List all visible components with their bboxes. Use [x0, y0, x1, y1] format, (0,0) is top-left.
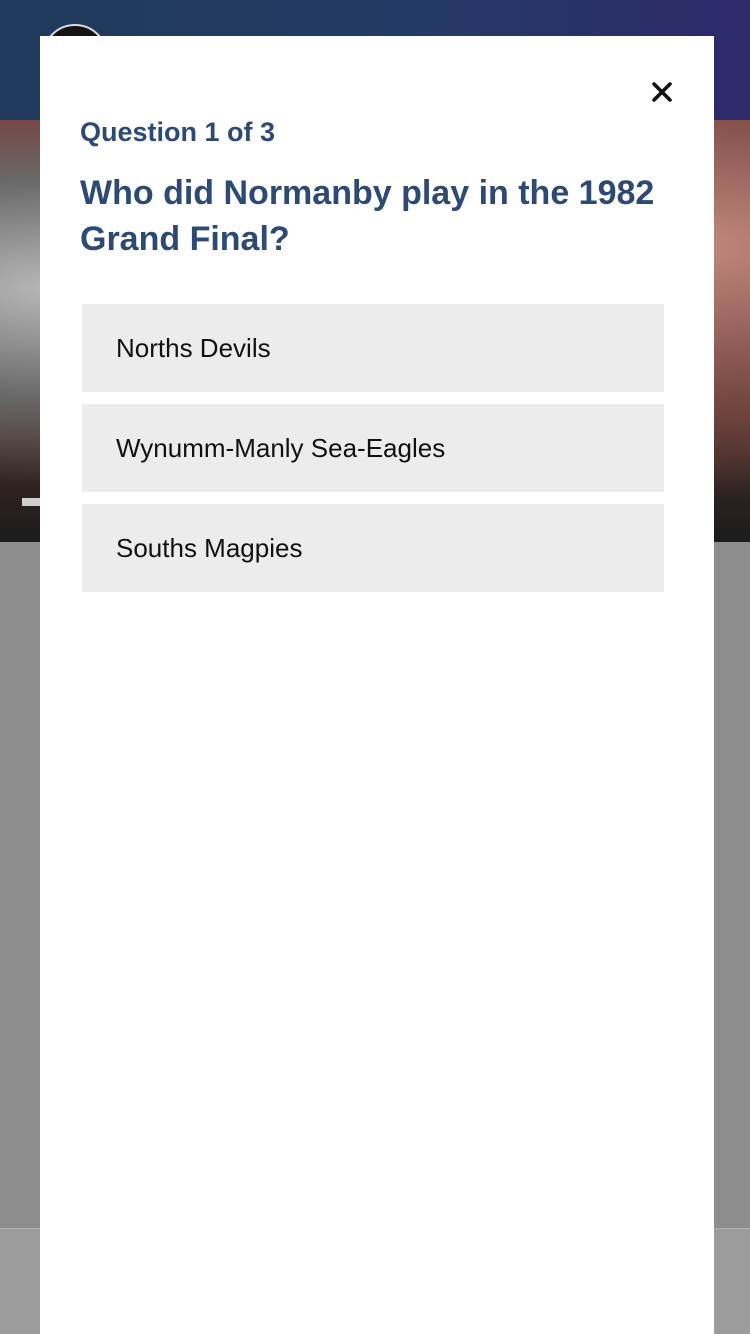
answer-option-label: Wynumm-Manly Sea-Eagles: [116, 432, 446, 463]
page: Question 1 of 3 Who did Normanby play in…: [0, 0, 750, 1334]
quiz-modal: Question 1 of 3 Who did Normanby play in…: [40, 36, 714, 1334]
answer-list: Norths Devils Wynumm-Manly Sea-Eagles So…: [82, 304, 664, 604]
answer-option-label: Souths Magpies: [116, 532, 303, 563]
answer-option[interactable]: Norths Devils: [82, 304, 664, 392]
question-text: Who did Normanby play in the 1982 Grand …: [80, 174, 655, 258]
question-counter: Question 1 of 3: [80, 117, 276, 147]
close-button[interactable]: [644, 74, 680, 110]
answer-option-label: Norths Devils: [116, 332, 271, 363]
close-icon: [652, 82, 672, 102]
answer-option[interactable]: Souths Magpies: [82, 504, 664, 592]
answer-option[interactable]: Wynumm-Manly Sea-Eagles: [82, 404, 664, 492]
